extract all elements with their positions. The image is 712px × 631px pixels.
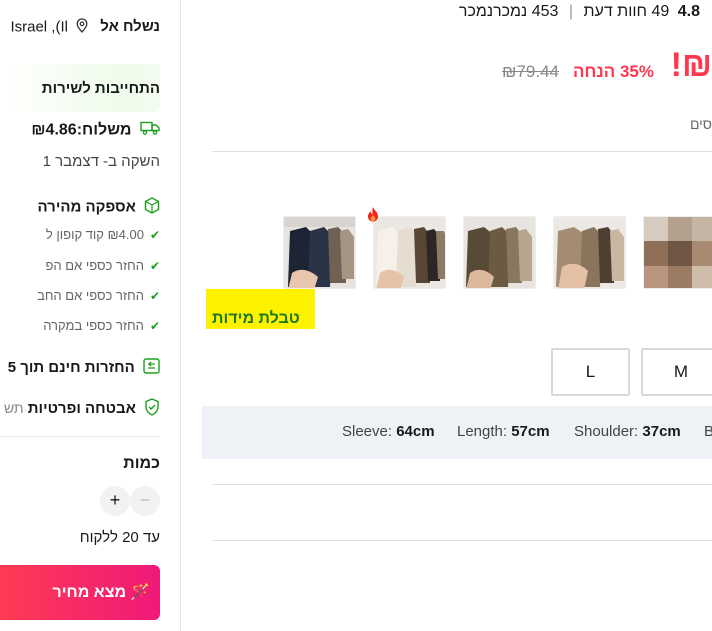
current-price: ₪! [670,46,712,84]
free-returns-row[interactable]: החזרות חינם תוך 5 [8,358,160,378]
divider [0,436,160,437]
fast-delivery-item: ✔החזר כספי אם הפ [45,258,160,273]
fast-delivery-title: אספקה מהירה [37,197,160,218]
shield-check-icon [144,398,160,420]
size-option-m[interactable]: M [641,348,712,396]
check-icon: ✔ [149,259,160,273]
service-commitment-title: התחייבות לשירות [41,80,160,97]
fast-delivery-label: אספקה מהירה [37,198,136,216]
size-measurements: Sleeve: 64cm Length: 57cm Shoulder: 37cm… [202,406,712,459]
delivery-panel: נשלח אל Israel ,(Il התחייבות לשירות משלו… [0,0,181,631]
return-box-icon [143,358,160,378]
delivery-date: השקה ב- דצמבר 1 [42,153,160,170]
magic-wand-icon: 🪄 [130,584,150,601]
price-row: ₪! 35% הנחה ₪79.44 [472,40,712,90]
length-measurement: Length: 57cm [457,423,550,440]
variant-thumbnail-cream[interactable] [373,216,446,289]
truck-icon [140,121,160,140]
quantity-plus-button[interactable]: + [100,486,130,516]
ship-to-label: נשלח אל [100,18,160,36]
fire-icon [366,206,380,222]
bust-measurement: B [704,423,712,440]
fast-delivery-item: ✔החזר כספי במקרה [43,318,160,333]
divider [212,540,712,541]
security-privacy-row[interactable]: אבטחה ופרטיות תש [4,398,160,420]
variant-thumbnail-tan[interactable] [553,216,626,289]
find-price-button[interactable]: 🪄מצא מחיר [0,565,160,620]
variant-thumbnail-olive[interactable] [463,216,536,289]
ship-to-country: Israel ,(Il [10,18,68,36]
shipping-fee-row: משלוח:₪4.86 [31,121,160,140]
shield-box-icon [144,197,160,218]
product-stats: 4.8 49 חוות דעת | 453 נמכרנמכר [459,3,700,21]
variant-thumbnail-mosaic[interactable] [643,216,712,289]
check-icon: ✔ [149,319,160,333]
security-title: אבטחה ופרטיות [27,399,136,417]
location-pin-icon [76,18,88,37]
size-chart-label: טבלת מידות [212,310,300,327]
original-price: ₪79.44 [502,62,559,81]
shoulder-measurement: Shoulder: 37cm [574,423,681,440]
shipping-fee-label: משלוח: [76,121,132,139]
size-option-l[interactable]: L [551,348,630,396]
sold-count: 453 נמכרנמכר [458,3,559,20]
stats-divider: | [568,3,574,20]
fast-delivery-item: ✔₪4.00 קוד קופון ל [45,227,160,242]
partial-label: סים [689,116,712,132]
check-icon: ✔ [149,289,160,303]
divider [212,484,712,485]
security-sub: תש [3,399,24,416]
discount-badge: 35% הנחה [573,62,654,81]
variant-thumbnail-navy[interactable] [283,216,356,289]
quantity-limit: עד 20 ללקוח [79,529,160,546]
quantity-stepper: + 1 − [50,486,160,516]
divider [212,151,712,152]
fast-delivery-item: ✔החזר כספי אם החב [37,288,160,303]
check-icon: ✔ [149,228,160,242]
ship-to-row[interactable]: נשלח אל Israel ,(Il [10,18,160,37]
reviews-count[interactable]: 49 חוות דעת [583,3,669,20]
quantity-title: כמות [123,455,160,472]
free-returns-label: החזרות חינם תוך 5 [7,358,135,376]
quantity-minus-button[interactable]: − [130,486,160,516]
rating-value: 4.8 [677,3,700,20]
size-chart-link[interactable]: טבלת מידות [206,289,315,329]
shipping-fee-amount: ₪4.86 [31,121,77,139]
sleeve-measurement: Sleeve: 64cm [342,423,435,440]
find-price-label: מצא מחיר [52,584,127,601]
